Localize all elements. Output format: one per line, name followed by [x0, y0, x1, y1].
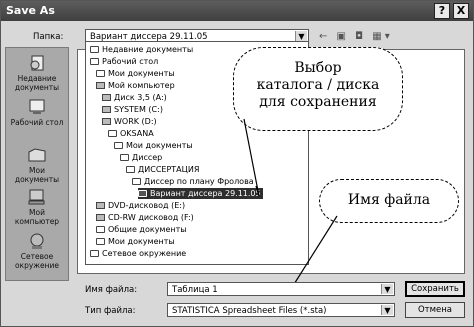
save-button[interactable]: Сохранить	[405, 281, 465, 297]
filename-callout-pointer	[290, 215, 338, 290]
filetype-select[interactable]: STATISTICA Spreadsheet Files (*.sta) ▼	[167, 303, 395, 317]
chevron-down-icon[interactable]: ▼	[381, 305, 393, 315]
cancel-button[interactable]: Отмена	[405, 302, 465, 318]
filename-label: Имя файла:	[85, 285, 138, 295]
filename-value: Таблица 1	[172, 285, 218, 295]
filetype-label: Тип файла:	[85, 306, 136, 316]
chevron-down-icon[interactable]: ▼	[381, 284, 393, 294]
filename-input[interactable]: Таблица 1 ▼	[167, 282, 395, 296]
save-as-dialog: Save As ? X Папка: Вариант диссера 29.11…	[0, 0, 474, 327]
folder-callout-pointer	[243, 118, 260, 197]
callout-pointers	[243, 118, 338, 290]
filetype-value: STATISTICA Spreadsheet Files (*.sta)	[172, 306, 327, 316]
